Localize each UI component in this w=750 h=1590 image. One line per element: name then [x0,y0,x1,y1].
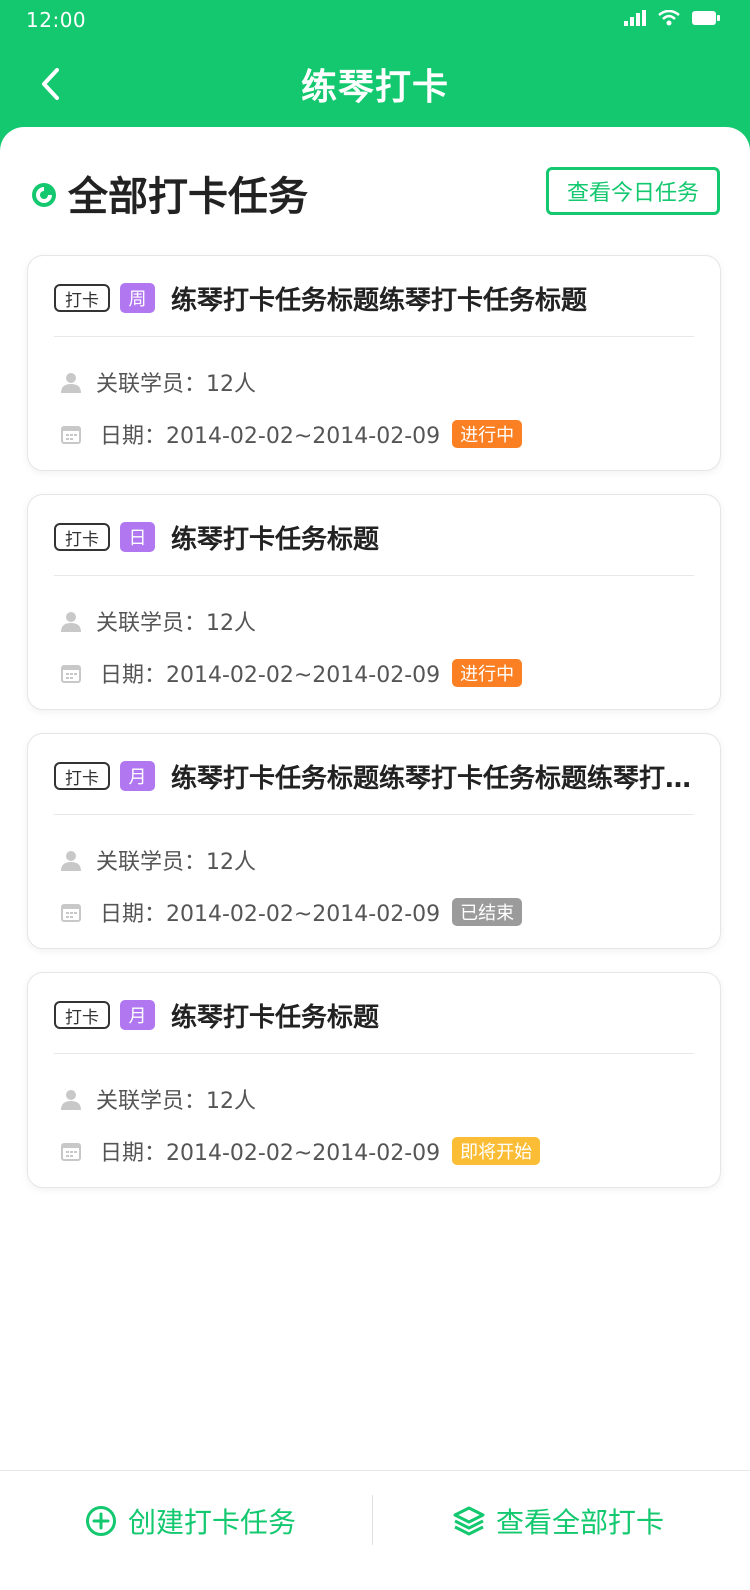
members-text: 关联学员：12人 [96,372,256,397]
status-badge: 即将开始 [452,1137,541,1165]
task-card-header: 打卡 周 练琴打卡任务标题练琴打卡任务标题 [54,278,694,318]
date-row: 日期：2014-02-02~2014-02-09 进行中 [60,418,523,450]
task-card[interactable]: 打卡 月 练琴打卡任务标题练琴打卡任务标题练琴打卡任务标题 关联学员：12人 日… [27,733,721,949]
view-today-tasks-button[interactable]: 查看今日任务 [546,167,720,215]
task-title: 练琴打卡任务标题 [171,524,380,555]
date-text: 日期：2014-02-02~2014-02-09 [100,663,441,688]
status-time: 12:00 [26,8,87,32]
task-title: 练琴打卡任务标题练琴打卡任务标题练琴打卡任务标题 [171,763,694,794]
user-icon [60,849,82,871]
user-icon [60,371,82,393]
user-icon [60,1088,82,1110]
members-text: 关联学员：12人 [96,611,256,636]
plus-circle-icon [84,1504,118,1538]
members-row: 关联学员：12人 [60,605,256,637]
cellular-signal-icon [624,10,646,26]
date-text: 日期：2014-02-02~2014-02-09 [100,1141,441,1166]
status-badge: 已结束 [452,898,523,926]
period-tag: 周 [120,283,155,313]
status-icons [624,10,720,26]
task-title: 练琴打卡任务标题 [171,1002,380,1033]
calendar-icon [60,1140,82,1162]
task-title: 练琴打卡任务标题练琴打卡任务标题 [171,285,588,316]
create-task-label: 创建打卡任务 [128,1506,297,1539]
task-card[interactable]: 打卡 月 练琴打卡任务标题 关联学员：12人 日期：2014-02-02~201… [27,972,721,1188]
create-task-button[interactable]: 创建打卡任务 [84,1471,296,1571]
date-row: 日期：2014-02-02~2014-02-09 即将开始 [60,1135,541,1167]
period-tag: 月 [120,761,155,791]
page-title: 练琴打卡 [300,67,449,108]
section-marker-icon [32,183,56,207]
wifi-icon [658,10,680,26]
task-card-header: 打卡 月 练琴打卡任务标题练琴打卡任务标题练琴打卡任务标题 [54,756,694,796]
nav-bar: 练琴打卡 [0,40,750,128]
calendar-icon [60,662,82,684]
view-all-checkins-button[interactable]: 查看全部打卡 [452,1471,664,1571]
section-title: 全部打卡任务 [68,174,308,220]
checkin-tag: 打卡 [54,523,110,551]
task-list: 打卡 周 练琴打卡任务标题练琴打卡任务标题 关联学员：12人 日期：2014-0… [27,255,721,1211]
calendar-icon [60,423,82,445]
divider [54,814,694,815]
checkin-tag: 打卡 [54,762,110,790]
date-text: 日期：2014-02-02~2014-02-09 [100,424,441,449]
content-sheet: 全部打卡任务 查看今日任务 打卡 周 练琴打卡任务标题练琴打卡任务标题 关联学员… [0,127,750,1590]
task-card-header: 打卡 日 练琴打卡任务标题 [54,517,694,557]
members-row: 关联学员：12人 [60,366,256,398]
status-badge: 进行中 [452,659,523,687]
members-row: 关联学员：12人 [60,1083,256,1115]
status-bar: 12:00 [0,0,750,40]
battery-icon [692,11,720,25]
task-card[interactable]: 打卡 日 练琴打卡任务标题 关联学员：12人 日期：2014-02-02~201… [27,494,721,710]
calendar-icon [60,901,82,923]
divider [54,1053,694,1054]
date-row: 日期：2014-02-02~2014-02-09 进行中 [60,657,523,689]
checkin-tag: 打卡 [54,1001,110,1029]
task-card-header: 打卡 月 练琴打卡任务标题 [54,995,694,1035]
task-card[interactable]: 打卡 周 练琴打卡任务标题练琴打卡任务标题 关联学员：12人 日期：2014-0… [27,255,721,471]
layers-icon [452,1504,486,1538]
user-icon [60,610,82,632]
checkin-tag: 打卡 [54,284,110,312]
divider [54,336,694,337]
bottom-action-bar: 创建打卡任务 查看全部打卡 [0,1470,750,1590]
date-row: 日期：2014-02-02~2014-02-09 已结束 [60,896,523,928]
members-text: 关联学员：12人 [96,1089,256,1114]
period-tag: 日 [120,522,155,552]
date-text: 日期：2014-02-02~2014-02-09 [100,902,441,927]
status-badge: 进行中 [452,420,523,448]
period-tag: 月 [120,1000,155,1030]
divider [54,575,694,576]
members-row: 关联学员：12人 [60,844,256,876]
view-all-label: 查看全部打卡 [496,1506,665,1539]
bottom-divider [372,1495,373,1545]
members-text: 关联学员：12人 [96,850,256,875]
section-header: 全部打卡任务 查看今日任务 [30,167,720,227]
